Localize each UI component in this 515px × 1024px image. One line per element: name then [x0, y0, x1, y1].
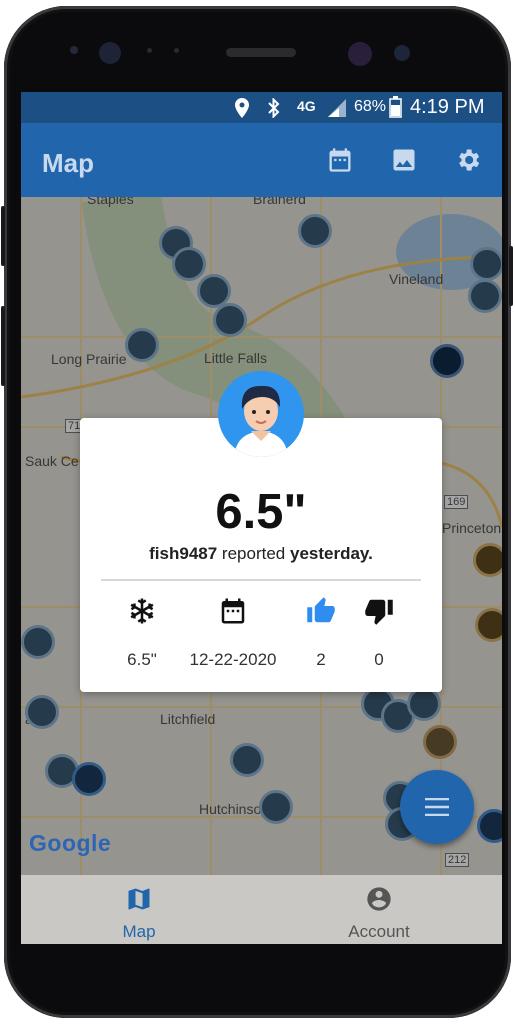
page-title: Map	[42, 148, 94, 178]
stat-date: 12-22-2020	[189, 650, 277, 669]
google-logo: Google	[29, 830, 111, 857]
stat-dislikes: 0	[374, 650, 384, 669]
settings-icon[interactable]	[454, 146, 482, 174]
battery-percent: 68%	[354, 98, 387, 115]
volume-button	[1, 206, 5, 266]
app-bar: Map	[21, 123, 502, 197]
network-type: 4G	[297, 98, 316, 114]
calendar-icon[interactable]	[326, 146, 354, 174]
report-summary: fish9487 reported yesterday.	[80, 544, 442, 564]
phone-frame: 4G 68% 4:19 PM Map Staples Brainerd Vine…	[1, 6, 513, 1018]
avatar	[218, 371, 304, 457]
nav-label-map: Map	[122, 922, 156, 941]
status-bar: 4G 68% 4:19 PM	[21, 92, 502, 123]
divider	[101, 579, 421, 581]
menu-icon	[425, 798, 449, 816]
report-time: yesterday.	[289, 544, 373, 563]
stat-thickness: 6.5"	[127, 650, 157, 669]
location-icon	[235, 98, 249, 118]
thumbs-up-icon[interactable]	[306, 596, 336, 626]
bottom-nav: Map Account	[21, 875, 502, 944]
signal-icon	[328, 99, 346, 117]
menu-fab-button[interactable]	[400, 770, 474, 844]
power-button	[1, 306, 5, 386]
nav-label-account: Account	[348, 922, 410, 941]
front-camera	[99, 42, 121, 64]
screen: 4G 68% 4:19 PM Map Staples Brainerd Vine…	[21, 92, 502, 944]
battery-icon	[389, 96, 402, 118]
user-avatar-icon	[234, 385, 288, 457]
nav-item-map[interactable]: Map	[109, 885, 169, 942]
earpiece-speaker	[226, 48, 296, 57]
bluetooth-icon	[268, 98, 280, 118]
thumbs-down-icon[interactable]	[364, 596, 394, 626]
ice-thickness-value: 6.5"	[215, 485, 307, 539]
side-button-right	[509, 246, 513, 306]
account-icon	[367, 887, 391, 911]
snowflake-icon	[130, 598, 154, 624]
sensor-dot	[70, 46, 78, 54]
reported-word: reported	[221, 544, 286, 563]
nav-item-account[interactable]: Account	[339, 885, 419, 942]
map-icon	[128, 888, 150, 910]
image-icon[interactable]	[390, 146, 418, 174]
calendar-icon	[221, 598, 245, 624]
sensor-dot	[174, 48, 179, 53]
iris-sensor	[348, 42, 372, 66]
google-logo-text: Google	[29, 830, 112, 856]
sensor-dot	[147, 48, 152, 53]
proximity-sensor	[394, 45, 410, 61]
report-card: 6.5" fish9487 reported yesterday. 6.5" 1…	[80, 418, 442, 692]
clock: 4:19 PM	[410, 96, 485, 118]
stat-likes: 2	[316, 650, 326, 669]
reporter-username: fish9487	[149, 544, 218, 563]
